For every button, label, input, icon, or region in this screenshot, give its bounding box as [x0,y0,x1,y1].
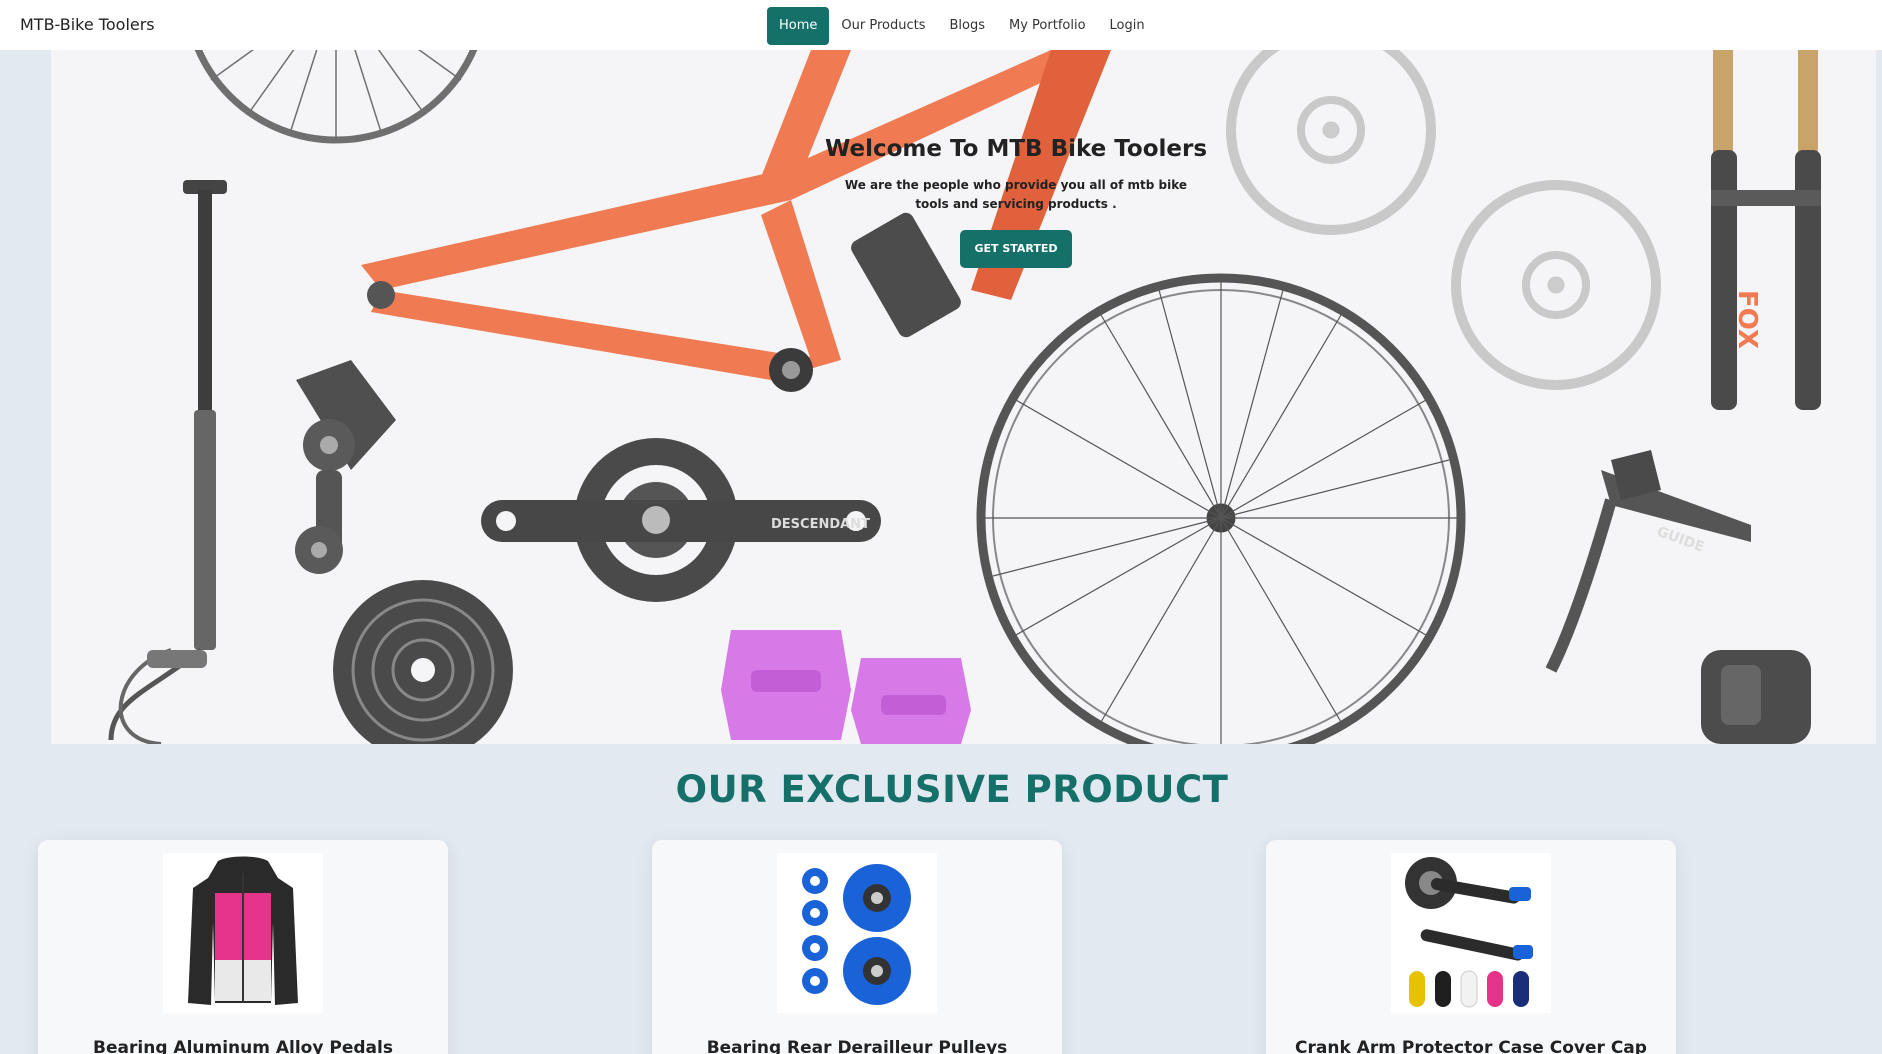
section-title: OUR EXCLUSIVE PRODUCT [675,768,1229,811]
brake-print-text: GUIDE [1655,524,1707,556]
hero-subtitle: We are the people who provide you all of… [844,178,1188,211]
crankset: DESCENDANT [481,438,881,602]
pedals [721,630,971,744]
hero-title: Welcome To MTB Bike Toolers [824,136,1208,162]
crank-arm-image [1391,853,1551,1013]
crank-print-text: DESCENDANT [771,517,870,532]
nav-home[interactable]: Home [767,7,830,45]
puffer-jacket-image [163,853,323,1013]
dropper-seatpost [108,180,227,744]
pulley-wheels-image [777,853,937,1013]
nav-blogs[interactable]: Blogs [937,7,997,45]
brake-rotor-right [1451,180,1661,390]
main-nav: Home Our Products Blogs My Portfolio Log… [767,7,1157,45]
suspension-fork: FOX [1711,50,1821,410]
hero-banner: DESCENDANT FOX GUIDE Welcome To MTB Bike… [51,50,1876,744]
nav-login[interactable]: Login [1098,7,1157,45]
brake-caliper [1701,650,1811,744]
nav-my-portfolio[interactable]: My Portfolio [997,7,1098,45]
hero-text: Welcome To MTB Bike Toolers We are the p… [746,136,1286,268]
product-card[interactable]: Bearing Aluminum Alloy Pedals [38,840,448,1054]
brand-logo[interactable]: MTB-Bike Toolers [20,15,155,34]
product-name[interactable]: Crank Arm Protector Case Cover Cap [1266,1038,1676,1054]
cassette [333,580,513,744]
product-name[interactable]: Bearing Aluminum Alloy Pedals [38,1038,448,1054]
wheel-top-left [194,50,478,144]
fork-print-text: FOX [1732,290,1762,349]
brake-lever: GUIDE [1545,450,1751,673]
product-card[interactable]: Bearing Rear Derailleur Pulleys [652,840,1062,1054]
product-name[interactable]: Bearing Rear Derailleur Pulleys [652,1038,1062,1054]
rear-derailleur [295,360,396,574]
navbar: MTB-Bike Toolers Home Our Products Blogs… [0,0,1882,50]
get-started-button[interactable]: GET STARTED [960,230,1072,268]
product-card[interactable]: Crank Arm Protector Case Cover Cap [1266,840,1676,1054]
wheel-center [976,273,1466,744]
nav-our-products[interactable]: Our Products [829,7,937,45]
